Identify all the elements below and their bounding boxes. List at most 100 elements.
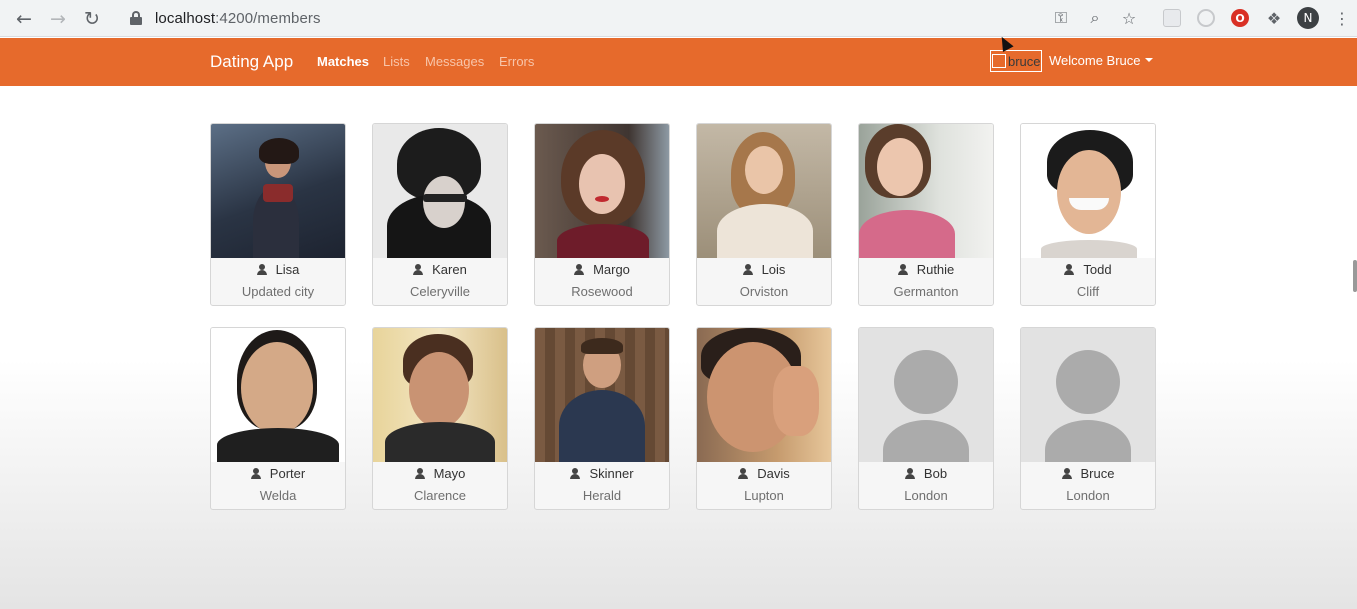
- member-photo: [373, 328, 507, 462]
- user-icon: [414, 468, 425, 479]
- lock-icon: [129, 11, 143, 25]
- member-city: Updated city: [241, 284, 315, 299]
- user-icon: [413, 264, 424, 275]
- member-card[interactable]: Mayo Clarence: [372, 327, 508, 510]
- scrollbar-thumb[interactable]: [1353, 260, 1357, 292]
- broken-image-icon: [992, 54, 1006, 68]
- member-name: Skinner: [535, 466, 669, 481]
- app-navbar: Dating App Matches Lists Messages Errors…: [0, 38, 1357, 86]
- member-card[interactable]: Lisa Updated city: [210, 123, 346, 306]
- member-name: Bruce: [1021, 466, 1155, 481]
- member-name-text: Ruthie: [916, 262, 955, 277]
- member-photo: [1021, 124, 1155, 258]
- member-name-text: Mayo: [433, 466, 466, 481]
- user-icon: [897, 264, 908, 275]
- url-text: localhost:4200/members: [155, 10, 321, 27]
- member-name-text: Bob: [923, 466, 948, 481]
- member-city: Orviston: [739, 284, 789, 299]
- member-name: Porter: [211, 466, 345, 481]
- zoom-icon[interactable]: ⌕: [1084, 7, 1106, 29]
- member-card[interactable]: Margo Rosewood: [534, 123, 670, 306]
- member-name-text: Bruce: [1080, 466, 1115, 481]
- user-photo: bruce: [990, 50, 1042, 72]
- puzzle-extensions-icon[interactable]: ❖: [1263, 7, 1285, 29]
- user-dropdown-toggle[interactable]: Welcome Bruce: [1049, 53, 1153, 68]
- opera-extension-icon[interactable]: O: [1229, 7, 1251, 29]
- user-icon: [1061, 468, 1072, 479]
- star-icon[interactable]: ☆: [1118, 7, 1140, 29]
- user-icon: [574, 264, 585, 275]
- user-photo-alt: bruce: [1008, 53, 1041, 69]
- member-card[interactable]: Davis Lupton: [696, 327, 832, 510]
- member-name-text: Davis: [757, 466, 790, 481]
- member-photo-placeholder: [1021, 328, 1155, 462]
- user-icon: [904, 468, 915, 479]
- forward-arrow-icon[interactable]: →: [45, 6, 71, 32]
- url-host: localhost: [155, 9, 216, 27]
- member-name-text: Porter: [269, 466, 306, 481]
- member-card[interactable]: Lois Orviston: [696, 123, 832, 306]
- member-name: Lisa: [211, 262, 345, 277]
- member-name-text: Margo: [593, 262, 630, 277]
- member-city: Welda: [259, 488, 297, 503]
- member-photo: [373, 124, 507, 258]
- profile-avatar[interactable]: N: [1297, 7, 1319, 29]
- caret-down-icon: [1144, 58, 1153, 62]
- welcome-text: Welcome Bruce: [1049, 53, 1141, 68]
- member-photo: [697, 124, 831, 258]
- kebab-menu-icon[interactable]: ⋮: [1331, 7, 1353, 29]
- user-icon: [738, 468, 749, 479]
- member-name-text: Skinner: [589, 466, 634, 481]
- member-card[interactable]: Karen Celeryville: [372, 123, 508, 306]
- member-photo: [697, 328, 831, 462]
- key-icon[interactable]: ⚿: [1050, 7, 1072, 29]
- member-name: Davis: [697, 466, 831, 481]
- member-city: Rosewood: [571, 284, 633, 299]
- member-name-text: Lisa: [275, 262, 300, 277]
- brand-link[interactable]: Dating App: [210, 52, 293, 72]
- nav-matches[interactable]: Matches: [317, 54, 369, 69]
- extension-grey-icon[interactable]: [1161, 7, 1183, 29]
- member-name: Bob: [859, 466, 993, 481]
- extension-circle-icon[interactable]: [1195, 7, 1217, 29]
- member-city: London: [1066, 488, 1110, 503]
- member-name: Karen: [373, 262, 507, 277]
- member-city: London: [904, 488, 948, 503]
- member-card[interactable]: Skinner Herald: [534, 327, 670, 510]
- nav-errors[interactable]: Errors: [499, 54, 534, 69]
- member-name: Mayo: [373, 466, 507, 481]
- member-card[interactable]: Bruce London: [1020, 327, 1156, 510]
- nav-lists[interactable]: Lists: [383, 54, 410, 69]
- member-card[interactable]: Bob London: [858, 327, 994, 510]
- member-city: Germanton: [893, 284, 959, 299]
- user-icon: [742, 264, 753, 275]
- member-photo: [535, 124, 669, 258]
- user-icon: [1064, 264, 1075, 275]
- member-name-text: Lois: [761, 262, 786, 277]
- member-photo: [211, 124, 345, 258]
- member-card[interactable]: Ruthie Germanton: [858, 123, 994, 306]
- member-city: Clarence: [413, 488, 467, 503]
- member-photo: [535, 328, 669, 462]
- member-photo-placeholder: [859, 328, 993, 462]
- user-icon: [250, 468, 261, 479]
- profile-initial: N: [1297, 7, 1319, 29]
- member-card[interactable]: Todd Cliff: [1020, 123, 1156, 306]
- user-icon: [570, 468, 581, 479]
- browser-toolbar: ← → ↻ localhost:4200/members ⚿ ⌕ ☆ O ❖ N…: [0, 0, 1357, 37]
- member-photo: [211, 328, 345, 462]
- member-name: Ruthie: [859, 262, 993, 277]
- member-photo: [859, 124, 993, 258]
- member-card[interactable]: Porter Welda: [210, 327, 346, 510]
- back-arrow-icon[interactable]: ←: [11, 6, 37, 32]
- member-name-text: Karen: [432, 262, 467, 277]
- member-name-text: Todd: [1083, 262, 1112, 277]
- member-city: Herald: [582, 488, 622, 503]
- member-city: Celeryville: [410, 284, 470, 299]
- reload-icon[interactable]: ↻: [79, 6, 105, 32]
- member-name: Todd: [1021, 262, 1155, 277]
- member-city: Lupton: [744, 488, 784, 503]
- address-bar[interactable]: localhost:4200/members: [121, 4, 1146, 32]
- member-name: Lois: [697, 262, 831, 277]
- nav-messages[interactable]: Messages: [425, 54, 484, 69]
